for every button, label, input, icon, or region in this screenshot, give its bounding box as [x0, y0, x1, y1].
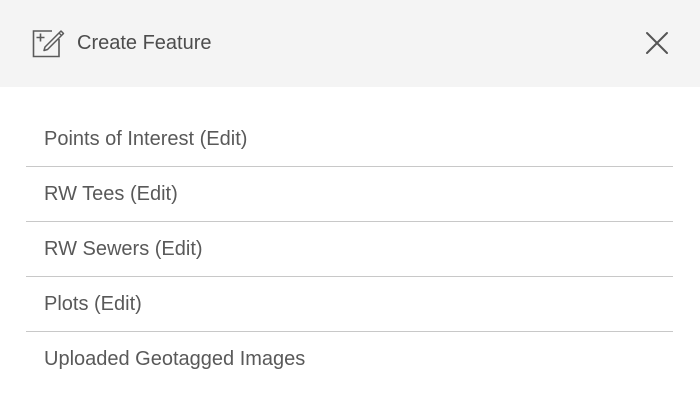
list-item-label: Points of Interest (Edit)	[44, 128, 248, 150]
list-item-rw-tees[interactable]: RW Tees (Edit)	[26, 167, 673, 222]
close-icon	[646, 32, 668, 54]
list-item-points-of-interest[interactable]: Points of Interest (Edit)	[26, 112, 673, 167]
edit-add-icon	[31, 26, 65, 59]
list-item-label: Plots (Edit)	[44, 293, 142, 315]
list-item-rw-sewers[interactable]: RW Sewers (Edit)	[26, 222, 673, 277]
panel-title: Create Feature	[77, 32, 212, 54]
list-item-label: RW Tees (Edit)	[44, 183, 178, 205]
close-button[interactable]	[641, 27, 673, 59]
feature-layer-list: Points of Interest (Edit) RW Tees (Edit)…	[26, 112, 673, 386]
list-item-plots[interactable]: Plots (Edit)	[26, 277, 673, 332]
create-feature-panel: Create Feature Points of Interest (Edit)…	[0, 0, 700, 413]
list-item-uploaded-geotagged-images[interactable]: Uploaded Geotagged Images	[26, 332, 673, 386]
list-item-label: RW Sewers (Edit)	[44, 238, 203, 260]
list-item-label: Uploaded Geotagged Images	[44, 348, 306, 370]
panel-header: Create Feature	[0, 0, 700, 87]
